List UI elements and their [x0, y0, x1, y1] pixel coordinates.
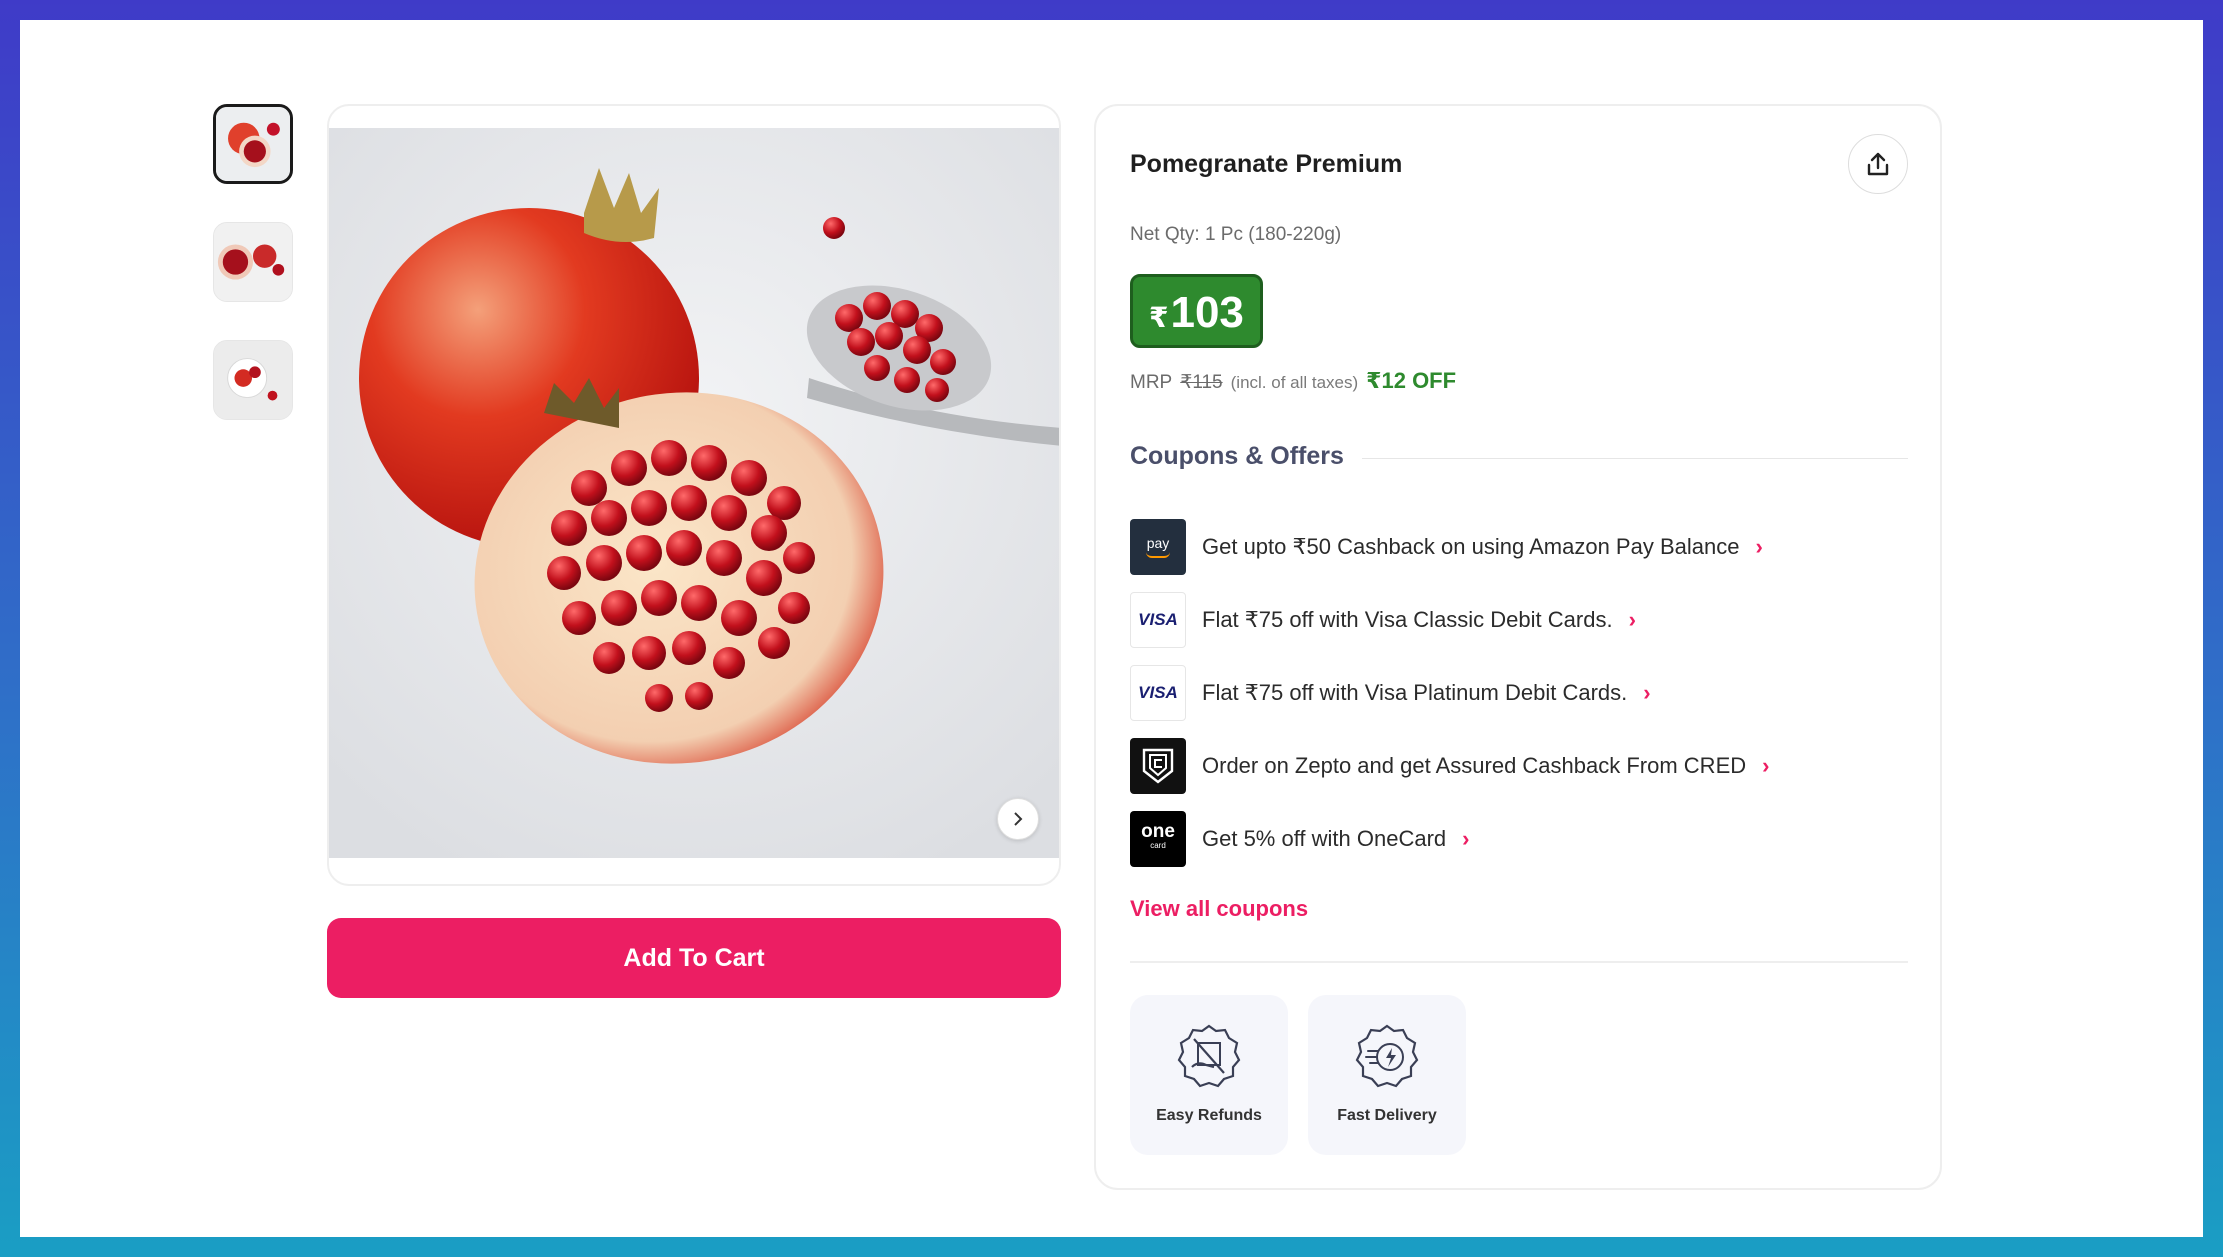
coupon-item-onecard[interactable]: one card Get 5% off with OneCard › [1130, 802, 1890, 875]
mrp-label: MRP [1130, 372, 1173, 393]
thumbnail-pomegranate-image [216, 107, 290, 181]
chevron-right-icon: › [1628, 606, 1636, 632]
feature-label: Fast Delivery [1337, 1107, 1437, 1124]
chevron-right-icon: › [1462, 825, 1470, 851]
cred-logo [1130, 737, 1186, 794]
coupon-item-visa-classic[interactable]: VISA Flat ₹75 off with Visa Classic Debi… [1130, 583, 1890, 656]
coupon-text: Flat ₹75 off with Visa Classic Debit Car… [1202, 606, 1613, 632]
chevron-right-icon: › [1643, 679, 1651, 705]
coupon-item-cred[interactable]: Order on Zepto and get Assured Cashback … [1130, 729, 1890, 802]
feature-label: Easy Refunds [1156, 1107, 1262, 1124]
view-all-coupons-link[interactable]: View all coupons [1130, 896, 1308, 922]
price-value: 103 [1170, 288, 1244, 337]
coupon-text: Order on Zepto and get Assured Cashback … [1202, 752, 1747, 778]
amazon-pay-logo-text: pay [1146, 535, 1170, 551]
product-details-panel: Pomegranate Premium Net Qty: 1 Pc (180-2… [1094, 104, 1942, 1190]
visa-logo: VISA [1130, 591, 1186, 648]
thumbnail-3[interactable] [213, 340, 293, 420]
feature-fast-delivery: Fast Delivery [1308, 995, 1466, 1155]
fast-delivery-icon [1355, 1024, 1419, 1088]
next-image-button[interactable] [997, 798, 1039, 840]
easy-refunds-icon [1177, 1024, 1241, 1088]
coupon-item-amazon-pay[interactable]: pay Get upto ₹50 Cashback on using Amazo… [1130, 510, 1890, 583]
coupon-list: pay Get upto ₹50 Cashback on using Amazo… [1130, 510, 1890, 875]
coupon-text: Flat ₹75 off with Visa Platinum Debit Ca… [1202, 679, 1628, 705]
coupon-text: Get upto ₹50 Cashback on using Amazon Pa… [1202, 533, 1740, 559]
product-page: Add To Cart Pomegranate Premium Net Qty:… [20, 20, 2203, 1237]
thumbnail-pomegranate-image [214, 223, 292, 301]
amazon-pay-logo: pay [1130, 518, 1186, 575]
tax-note: (incl. of all taxes) [1230, 373, 1359, 392]
coupon-item-visa-platinum[interactable]: VISA Flat ₹75 off with Visa Platinum Deb… [1130, 656, 1890, 729]
chevron-right-icon [1014, 812, 1023, 826]
price-badge: ₹ 103 [1130, 274, 1263, 348]
onecard-logo-text: one [1141, 820, 1175, 842]
thumbnail-list [213, 104, 293, 458]
mrp-row: MRP ₹115 (incl. of all taxes) ₹12 OFF [1130, 368, 1456, 394]
chevron-right-icon: › [1762, 752, 1770, 778]
currency-symbol: ₹ [1149, 302, 1169, 333]
share-icon [1867, 152, 1889, 176]
product-image [329, 128, 1059, 858]
thumbnail-1[interactable] [213, 104, 293, 184]
coupons-section-title: Coupons & Offers [1130, 442, 1362, 471]
main-image-card [327, 104, 1061, 886]
feature-list: Easy Refunds Fast Delivery [1130, 995, 1466, 1155]
thumbnail-2[interactable] [213, 222, 293, 302]
onecard-logo-subtext: card [1150, 840, 1166, 850]
section-divider [1130, 961, 1908, 963]
mrp-value: ₹115 [1180, 372, 1223, 393]
net-quantity: Net Qty: 1 Pc (180-220g) [1130, 224, 1342, 245]
share-button[interactable] [1848, 134, 1908, 194]
coupon-text: Get 5% off with OneCard [1202, 825, 1447, 851]
product-title: Pomegranate Premium [1130, 150, 1403, 178]
visa-logo: VISA [1130, 664, 1186, 721]
discount-badge: ₹12 OFF [1366, 368, 1457, 393]
chevron-right-icon: › [1755, 533, 1763, 559]
feature-easy-refunds: Easy Refunds [1130, 995, 1288, 1155]
thumbnail-pomegranate-image [214, 341, 292, 419]
onecard-logo: one card [1130, 810, 1186, 867]
add-to-cart-button[interactable]: Add To Cart [327, 918, 1061, 998]
